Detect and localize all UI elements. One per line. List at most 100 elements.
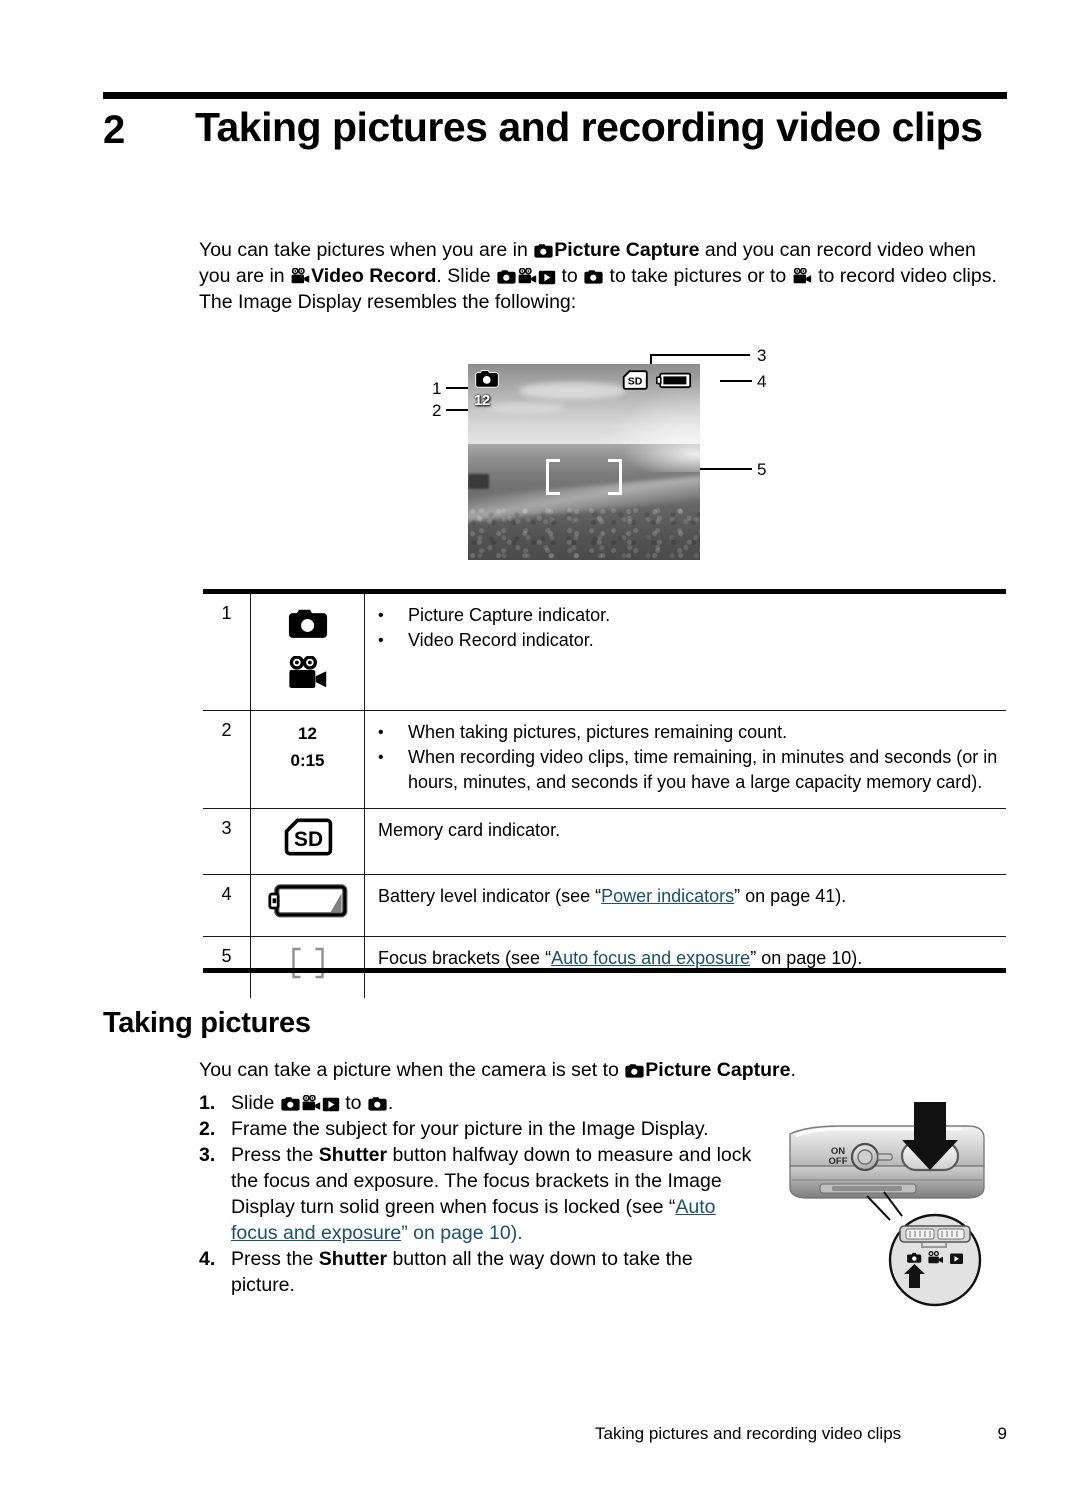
- step3-c: ” on page 10).: [401, 1222, 523, 1244]
- table-row: 1 • Picture Capture indicator. • Video R…: [203, 594, 1006, 711]
- table-row: 4 Battery level indicator (see “Power in…: [203, 874, 1007, 937]
- bullet-text: When recording video clips, time remaini…: [408, 747, 998, 792]
- callout-number-4: 4: [757, 372, 767, 391]
- sd-card-icon: SD: [283, 818, 333, 861]
- step-text: Slide to .: [231, 1090, 759, 1116]
- link-power-indicators[interactable]: Power indicators: [601, 886, 734, 906]
- callout-number-5: 5: [757, 460, 767, 479]
- leader-line-4: [720, 380, 752, 382]
- intro-text-a: You can take pictures when you are in: [199, 239, 534, 261]
- scene-sand-texture: [468, 505, 700, 560]
- steps-list: 1. Slide to . 2. Frame the subject for y…: [199, 1090, 759, 1298]
- leader-line-3h: [650, 354, 750, 356]
- footer-chapter-title: Taking pictures and recording video clip…: [595, 1424, 902, 1443]
- step1-c: .: [387, 1092, 394, 1114]
- svg-text:SD: SD: [628, 376, 643, 388]
- step-text: Press the Shutter button halfway down to…: [231, 1142, 759, 1246]
- step-item: 4. Press the Shutter button all the way …: [199, 1246, 759, 1298]
- mode-switch-slider: [832, 1186, 902, 1191]
- step-text: Frame the subject for your picture in th…: [231, 1118, 709, 1140]
- scene-cloud: [486, 403, 566, 413]
- bullet-marker: •: [378, 724, 384, 741]
- step-number: 1.: [199, 1092, 216, 1114]
- desc-text-a: Focus brackets (see “: [378, 948, 552, 968]
- bullet-marker: •: [378, 749, 384, 766]
- power-label-off: OFF: [829, 1156, 848, 1167]
- row-description: Battery level indicator (see “Power indi…: [365, 875, 1007, 937]
- focus-bracket-left: [546, 458, 560, 495]
- picture-capture-indicator-icon: [474, 369, 500, 394]
- playback-icon: [538, 270, 556, 285]
- camera-icon: [496, 269, 517, 285]
- callout-leader-line: [866, 1195, 891, 1221]
- section-intro-c: .: [790, 1059, 796, 1081]
- value-time-remaining: 0:15: [290, 751, 325, 770]
- row-description: • When taking pictures, pictures remaini…: [365, 711, 1007, 809]
- video-camera-icon: [517, 268, 538, 285]
- leader-line-2: [446, 409, 470, 411]
- row-icon-cell: SD: [250, 808, 365, 875]
- zoom-playback-icon: [950, 1253, 963, 1264]
- row-icon-cell: [250, 594, 365, 711]
- callout-number-1: 1: [432, 379, 442, 398]
- bullet-item: • When taking pictures, pictures remaini…: [378, 720, 998, 745]
- camera-icon: [280, 1096, 301, 1112]
- row-description: • Picture Capture indicator. • Video Rec…: [365, 594, 1007, 711]
- bullet-marker: •: [378, 632, 384, 649]
- camera-icon: [624, 1063, 645, 1079]
- camera-icon: [367, 1096, 388, 1112]
- section-intro-b: Picture Capture: [645, 1059, 791, 1081]
- row-number: 4: [203, 874, 251, 937]
- memory-card-indicator-icon: SD: [622, 370, 648, 395]
- value-pictures-remaining: 12: [298, 724, 317, 743]
- step3-a: Press the: [231, 1144, 319, 1166]
- desc-text-b: ” on page 41).: [734, 886, 847, 906]
- playback-icon: [322, 1097, 340, 1112]
- step4-a: Press the: [231, 1248, 319, 1270]
- indicator-legend-table: 1 • Picture Capture indicator. • Video R…: [203, 594, 1006, 998]
- camera-top-illustration: ON OFF: [772, 1092, 1012, 1307]
- chapter-title: Taking pictures and recording video clip…: [195, 104, 983, 150]
- step1-b: to: [339, 1092, 367, 1114]
- row-number: 1: [203, 594, 251, 711]
- chapter-top-rule: [103, 92, 1007, 99]
- leader-line-1: [446, 387, 470, 389]
- intro-bold-picture-capture: Picture Capture: [554, 239, 700, 261]
- focus-brackets-indicator: [546, 458, 622, 495]
- table-row: 2 12 0:15 • When taking pictures, pictur…: [203, 710, 1007, 809]
- power-switch-tab: [877, 1153, 893, 1161]
- footer-page-number: 9: [997, 1424, 1007, 1443]
- bullet-text: Video Record indicator.: [408, 630, 594, 650]
- scene-dark-edge: [468, 473, 489, 490]
- row-icon-cell: [250, 874, 365, 937]
- bullet-marker: •: [378, 607, 384, 624]
- video-camera-icon: [301, 1095, 322, 1112]
- pictures-remaining-count: 12: [474, 392, 490, 409]
- video-camera-icon: [251, 655, 364, 697]
- bullet-text: When taking pictures, pictures remaining…: [408, 722, 788, 742]
- table-row: 3 SD Memory card indicator.: [203, 808, 1006, 875]
- step3-bold-shutter: Shutter: [318, 1144, 388, 1166]
- step4-bold-shutter: Shutter: [318, 1248, 388, 1270]
- table-bottom-rule: [203, 968, 1006, 973]
- section-intro-a: You can take a picture when the camera i…: [199, 1059, 625, 1081]
- link-auto-focus-and-exposure[interactable]: Auto focus and exposure: [551, 948, 750, 968]
- bullet-text: Picture Capture indicator.: [408, 605, 611, 625]
- step-number: 4.: [199, 1248, 216, 1270]
- step-item: 2. Frame the subject for your picture in…: [199, 1116, 759, 1142]
- step-item: 3. Press the Shutter button halfway down…: [199, 1142, 759, 1246]
- intro-bold-video-record: Video Record: [311, 265, 437, 287]
- row-icon-cell: 12 0:15: [250, 710, 365, 809]
- camera-icon: [533, 243, 554, 259]
- section-heading: Taking pictures: [103, 1007, 311, 1039]
- battery-level-indicator-icon: [656, 372, 692, 394]
- bullet-item: • Video Record indicator.: [378, 628, 998, 653]
- focus-bracket-right: [608, 458, 622, 495]
- intro-paragraph: You can take pictures when you are in Pi…: [199, 237, 1009, 315]
- callout-number-3: 3: [757, 346, 767, 365]
- section-intro-paragraph: You can take a picture when the camera i…: [199, 1057, 899, 1083]
- step-number: 2.: [199, 1118, 216, 1140]
- document-page: 2 Taking pictures and recording video cl…: [0, 0, 1080, 1495]
- row-number: 2: [203, 710, 251, 809]
- focus-brackets-icon: [288, 946, 328, 985]
